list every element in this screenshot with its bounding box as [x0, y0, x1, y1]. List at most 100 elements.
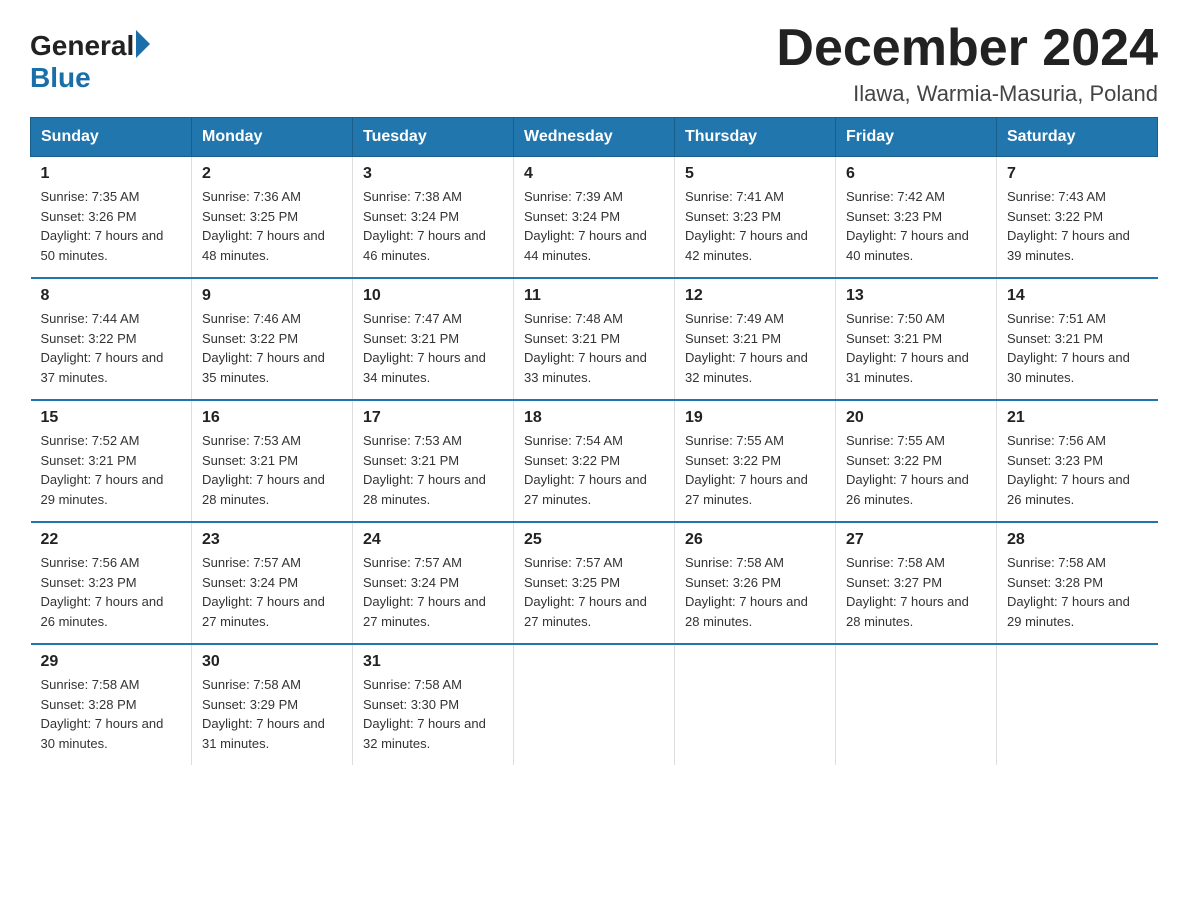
weekday-header-row: SundayMondayTuesdayWednesdayThursdayFrid… [31, 118, 1158, 157]
day-number: 24 [363, 531, 503, 549]
day-info: Sunrise: 7:53 AM Sunset: 3:21 PM Dayligh… [363, 431, 503, 509]
calendar-table: SundayMondayTuesdayWednesdayThursdayFrid… [30, 117, 1158, 765]
calendar-cell: 27 Sunrise: 7:58 AM Sunset: 3:27 PM Dayl… [836, 522, 997, 644]
day-info: Sunrise: 7:58 AM Sunset: 3:27 PM Dayligh… [846, 553, 986, 631]
daylight-label: Daylight: 7 hours and 27 minutes. [363, 594, 486, 629]
calendar-cell: 12 Sunrise: 7:49 AM Sunset: 3:21 PM Dayl… [675, 278, 836, 400]
sunrise-label: Sunrise: 7:56 AM [41, 555, 140, 570]
logo: General Blue [30, 30, 150, 94]
calendar-cell [836, 644, 997, 765]
day-number: 9 [202, 287, 342, 305]
daylight-label: Daylight: 7 hours and 34 minutes. [363, 350, 486, 385]
sunset-label: Sunset: 3:28 PM [41, 697, 137, 712]
sunset-label: Sunset: 3:25 PM [202, 209, 298, 224]
day-number: 29 [41, 653, 182, 671]
sunset-label: Sunset: 3:23 PM [1007, 453, 1103, 468]
calendar-cell: 26 Sunrise: 7:58 AM Sunset: 3:26 PM Dayl… [675, 522, 836, 644]
daylight-label: Daylight: 7 hours and 31 minutes. [846, 350, 969, 385]
sunset-label: Sunset: 3:22 PM [1007, 209, 1103, 224]
sunrise-label: Sunrise: 7:42 AM [846, 189, 945, 204]
day-info: Sunrise: 7:57 AM Sunset: 3:24 PM Dayligh… [202, 553, 342, 631]
title-block: December 2024 Ilawa, Warmia-Masuria, Pol… [776, 20, 1158, 107]
calendar-cell: 9 Sunrise: 7:46 AM Sunset: 3:22 PM Dayli… [192, 278, 353, 400]
sunset-label: Sunset: 3:21 PM [846, 331, 942, 346]
calendar-cell [997, 644, 1158, 765]
daylight-label: Daylight: 7 hours and 48 minutes. [202, 228, 325, 263]
sunset-label: Sunset: 3:21 PM [685, 331, 781, 346]
weekday-header-wednesday: Wednesday [514, 118, 675, 157]
calendar-cell: 28 Sunrise: 7:58 AM Sunset: 3:28 PM Dayl… [997, 522, 1158, 644]
sunset-label: Sunset: 3:22 PM [202, 331, 298, 346]
daylight-label: Daylight: 7 hours and 31 minutes. [202, 716, 325, 751]
daylight-label: Daylight: 7 hours and 28 minutes. [202, 472, 325, 507]
daylight-label: Daylight: 7 hours and 30 minutes. [1007, 350, 1130, 385]
calendar-cell: 25 Sunrise: 7:57 AM Sunset: 3:25 PM Dayl… [514, 522, 675, 644]
calendar-cell: 16 Sunrise: 7:53 AM Sunset: 3:21 PM Dayl… [192, 400, 353, 522]
daylight-label: Daylight: 7 hours and 28 minutes. [363, 472, 486, 507]
calendar-cell: 4 Sunrise: 7:39 AM Sunset: 3:24 PM Dayli… [514, 157, 675, 279]
day-number: 5 [685, 165, 825, 183]
sunrise-label: Sunrise: 7:43 AM [1007, 189, 1106, 204]
sunset-label: Sunset: 3:24 PM [363, 575, 459, 590]
calendar-cell: 18 Sunrise: 7:54 AM Sunset: 3:22 PM Dayl… [514, 400, 675, 522]
logo-triangle-icon [136, 30, 150, 58]
location-text: Ilawa, Warmia-Masuria, Poland [776, 81, 1158, 107]
daylight-label: Daylight: 7 hours and 27 minutes. [202, 594, 325, 629]
calendar-cell [514, 644, 675, 765]
sunrise-label: Sunrise: 7:52 AM [41, 433, 140, 448]
daylight-label: Daylight: 7 hours and 32 minutes. [685, 350, 808, 385]
calendar-cell: 5 Sunrise: 7:41 AM Sunset: 3:23 PM Dayli… [675, 157, 836, 279]
calendar-cell: 15 Sunrise: 7:52 AM Sunset: 3:21 PM Dayl… [31, 400, 192, 522]
calendar-cell: 2 Sunrise: 7:36 AM Sunset: 3:25 PM Dayli… [192, 157, 353, 279]
daylight-label: Daylight: 7 hours and 27 minutes. [524, 472, 647, 507]
sunrise-label: Sunrise: 7:41 AM [685, 189, 784, 204]
day-number: 11 [524, 287, 664, 305]
day-number: 31 [363, 653, 503, 671]
calendar-cell: 19 Sunrise: 7:55 AM Sunset: 3:22 PM Dayl… [675, 400, 836, 522]
day-number: 2 [202, 165, 342, 183]
calendar-cell: 1 Sunrise: 7:35 AM Sunset: 3:26 PM Dayli… [31, 157, 192, 279]
day-number: 4 [524, 165, 664, 183]
sunset-label: Sunset: 3:25 PM [524, 575, 620, 590]
calendar-cell: 6 Sunrise: 7:42 AM Sunset: 3:23 PM Dayli… [836, 157, 997, 279]
day-number: 27 [846, 531, 986, 549]
sunrise-label: Sunrise: 7:47 AM [363, 311, 462, 326]
sunrise-label: Sunrise: 7:51 AM [1007, 311, 1106, 326]
daylight-label: Daylight: 7 hours and 35 minutes. [202, 350, 325, 385]
sunrise-label: Sunrise: 7:58 AM [1007, 555, 1106, 570]
day-number: 3 [363, 165, 503, 183]
page-header: General Blue December 2024 Ilawa, Warmia… [30, 20, 1158, 107]
calendar-week-row: 29 Sunrise: 7:58 AM Sunset: 3:28 PM Dayl… [31, 644, 1158, 765]
day-number: 13 [846, 287, 986, 305]
day-info: Sunrise: 7:58 AM Sunset: 3:30 PM Dayligh… [363, 675, 503, 753]
day-number: 25 [524, 531, 664, 549]
day-info: Sunrise: 7:57 AM Sunset: 3:25 PM Dayligh… [524, 553, 664, 631]
calendar-cell: 23 Sunrise: 7:57 AM Sunset: 3:24 PM Dayl… [192, 522, 353, 644]
sunrise-label: Sunrise: 7:57 AM [363, 555, 462, 570]
calendar-week-row: 8 Sunrise: 7:44 AM Sunset: 3:22 PM Dayli… [31, 278, 1158, 400]
logo-blue-text: Blue [30, 62, 91, 94]
calendar-cell: 22 Sunrise: 7:56 AM Sunset: 3:23 PM Dayl… [31, 522, 192, 644]
sunrise-label: Sunrise: 7:39 AM [524, 189, 623, 204]
sunset-label: Sunset: 3:23 PM [41, 575, 137, 590]
weekday-header-saturday: Saturday [997, 118, 1158, 157]
weekday-header-thursday: Thursday [675, 118, 836, 157]
day-info: Sunrise: 7:49 AM Sunset: 3:21 PM Dayligh… [685, 309, 825, 387]
sunset-label: Sunset: 3:29 PM [202, 697, 298, 712]
calendar-cell: 29 Sunrise: 7:58 AM Sunset: 3:28 PM Dayl… [31, 644, 192, 765]
sunset-label: Sunset: 3:24 PM [202, 575, 298, 590]
sunrise-label: Sunrise: 7:36 AM [202, 189, 301, 204]
sunset-label: Sunset: 3:26 PM [685, 575, 781, 590]
daylight-label: Daylight: 7 hours and 40 minutes. [846, 228, 969, 263]
sunrise-label: Sunrise: 7:57 AM [202, 555, 301, 570]
day-info: Sunrise: 7:39 AM Sunset: 3:24 PM Dayligh… [524, 187, 664, 265]
sunrise-label: Sunrise: 7:55 AM [846, 433, 945, 448]
daylight-label: Daylight: 7 hours and 28 minutes. [685, 594, 808, 629]
sunset-label: Sunset: 3:21 PM [524, 331, 620, 346]
calendar-cell: 31 Sunrise: 7:58 AM Sunset: 3:30 PM Dayl… [353, 644, 514, 765]
sunset-label: Sunset: 3:21 PM [363, 453, 459, 468]
day-info: Sunrise: 7:57 AM Sunset: 3:24 PM Dayligh… [363, 553, 503, 631]
sunrise-label: Sunrise: 7:49 AM [685, 311, 784, 326]
sunrise-label: Sunrise: 7:38 AM [363, 189, 462, 204]
calendar-cell: 13 Sunrise: 7:50 AM Sunset: 3:21 PM Dayl… [836, 278, 997, 400]
